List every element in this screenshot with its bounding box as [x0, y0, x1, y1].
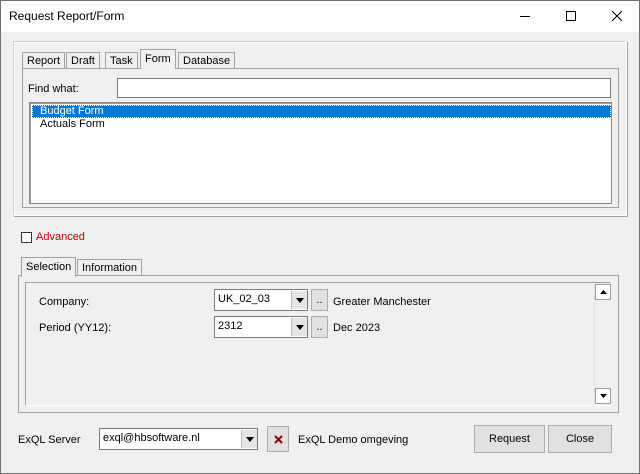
period-description: Dec 2023: [333, 322, 381, 334]
period-browse-button[interactable]: ..: [311, 316, 328, 338]
tab-selection[interactable]: Selection: [21, 257, 77, 277]
advanced-label[interactable]: Advanced: [36, 231, 85, 243]
close-button[interactable]: Close: [548, 425, 612, 453]
list-item-actuals-form[interactable]: Actuals Form: [32, 118, 611, 131]
server-description: ExQL Demo omgeving: [298, 434, 409, 446]
server-label: ExQL Server: [18, 434, 81, 446]
tab-information[interactable]: Information: [77, 259, 143, 276]
company-description: Greater Manchester: [333, 296, 431, 308]
advanced-checkbox[interactable]: [21, 232, 32, 243]
request-button[interactable]: Request: [474, 425, 545, 453]
window-title: Request Report/Form: [9, 9, 125, 23]
minimize-icon: [520, 16, 530, 17]
disconnect-x-icon: [273, 434, 283, 444]
company-label: Company:: [39, 296, 90, 308]
disconnect-button[interactable]: [267, 426, 289, 452]
tab-database[interactable]: Database: [178, 52, 236, 69]
scroll-down-button[interactable]: [595, 388, 611, 404]
chevron-down-icon: [295, 297, 304, 303]
tab-form[interactable]: Form: [140, 49, 176, 69]
maximize-button[interactable]: [548, 0, 594, 32]
server-value: exql@hbsoftware.nl: [103, 432, 200, 444]
selection-scrollbar[interactable]: [594, 284, 612, 404]
chevron-down-icon: [295, 324, 304, 330]
find-input[interactable]: [117, 78, 611, 98]
arrow-down-icon: [599, 394, 607, 398]
forms-listbox[interactable]: Budget Form Actuals Form: [29, 102, 612, 204]
find-label: Find what:: [28, 83, 79, 95]
close-window-button[interactable]: [594, 0, 640, 32]
period-combo[interactable]: 2312: [214, 316, 308, 338]
server-dropdown-button[interactable]: [241, 430, 257, 448]
period-dropdown-button[interactable]: [291, 318, 307, 336]
period-label: Period (YY12):: [39, 322, 112, 334]
company-browse-button[interactable]: ..: [311, 289, 328, 311]
tab-report[interactable]: Report: [22, 52, 66, 69]
tab-task[interactable]: Task: [105, 52, 138, 69]
minimize-button[interactable]: [502, 0, 548, 32]
list-item-budget-form[interactable]: Budget Form: [32, 105, 611, 118]
chevron-down-icon: [245, 436, 254, 442]
tab-draft[interactable]: Draft: [66, 52, 100, 69]
maximize-icon: [566, 11, 576, 21]
close-icon: [612, 11, 622, 21]
company-value: UK_02_03: [218, 293, 270, 305]
company-combo[interactable]: UK_02_03: [214, 289, 308, 311]
arrow-up-icon: [599, 290, 607, 294]
scroll-up-button[interactable]: [595, 284, 611, 300]
period-value: 2312: [218, 320, 243, 332]
company-dropdown-button[interactable]: [291, 291, 307, 309]
server-combo[interactable]: exql@hbsoftware.nl: [99, 428, 258, 450]
